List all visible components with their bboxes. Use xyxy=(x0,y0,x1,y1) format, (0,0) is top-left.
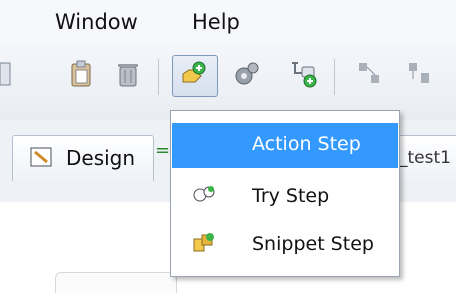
snippet-step-icon xyxy=(193,233,214,252)
menu-item-label: Try Step xyxy=(252,185,330,207)
trash-icon[interactable] xyxy=(113,59,143,89)
clipboard-icon[interactable] xyxy=(67,59,97,89)
add-branch-icon[interactable] xyxy=(288,59,318,89)
panel-edge xyxy=(55,272,177,293)
add-step-dropdown: Action Step Try Step Snippet Step xyxy=(170,110,400,277)
add-action-step-icon xyxy=(182,61,206,83)
page-icon[interactable] xyxy=(0,59,30,89)
menu-help[interactable]: Help xyxy=(192,10,240,34)
menu-item-label: Action Step xyxy=(252,133,361,155)
toolbar-separator xyxy=(158,59,159,95)
tab-design[interactable]: Design xyxy=(12,135,154,181)
node-icon-2[interactable] xyxy=(405,59,435,89)
tab-design-label: Design xyxy=(66,146,136,170)
menu-item-label: Snippet Step xyxy=(252,233,374,255)
menu-bar: Window Help xyxy=(0,0,456,45)
try-step-icon xyxy=(193,186,215,202)
add-action-step-button[interactable] xyxy=(172,55,218,97)
node-icon[interactable] xyxy=(355,59,385,89)
toolbar-separator xyxy=(334,59,335,95)
menu-window[interactable]: Window xyxy=(55,10,138,34)
tab-test-label: _test1 xyxy=(399,148,451,168)
menu-item-action-step[interactable]: Action Step xyxy=(172,123,398,168)
green-marker-icon: = xyxy=(155,140,171,161)
gears-icon[interactable] xyxy=(232,59,262,89)
menu-item-try-step[interactable]: Try Step xyxy=(172,175,398,220)
design-icon xyxy=(30,147,52,167)
menu-item-snippet-step[interactable]: Snippet Step xyxy=(172,223,398,268)
